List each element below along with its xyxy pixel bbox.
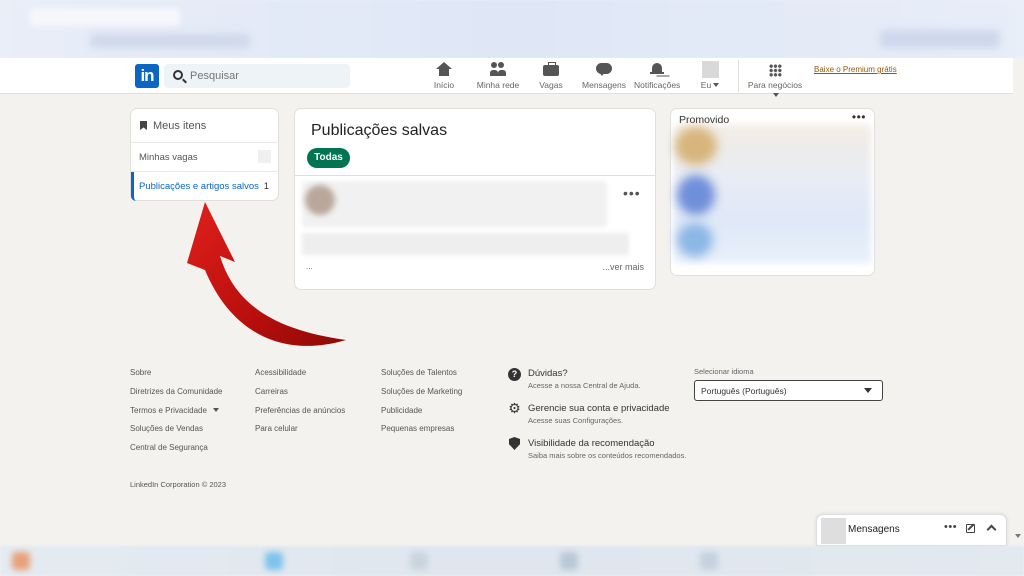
nav-messages[interactable]: Mensagens bbox=[582, 61, 626, 93]
promo-image-blurred bbox=[675, 127, 717, 165]
footer-link-community-guidelines[interactable]: Diretrizes da Comunidade bbox=[130, 387, 223, 396]
annotation-arrow bbox=[187, 202, 346, 346]
help-questions-link[interactable]: Dúvidas? bbox=[528, 368, 568, 379]
footer-link-marketing-solutions[interactable]: Soluções de Marketing bbox=[381, 387, 462, 396]
page-scrollbar[interactable] bbox=[1013, 58, 1024, 546]
footer-link-terms-privacy-label: Termos e Privacidade bbox=[130, 406, 207, 415]
caret-down-icon bbox=[773, 93, 779, 97]
my-items-header: Meus itens bbox=[131, 109, 278, 143]
nav-jobs-label: Vagas bbox=[539, 80, 563, 90]
browser-tab-blurred bbox=[30, 8, 180, 26]
bookmark-icon bbox=[140, 121, 147, 130]
shield-icon bbox=[509, 437, 520, 450]
language-select-value: Português (Português) bbox=[701, 386, 787, 396]
footer-link-small-business[interactable]: Pequenas empresas bbox=[381, 424, 454, 433]
nav-jobs[interactable]: Vagas bbox=[536, 61, 566, 93]
footer-link-terms-privacy[interactable]: Termos e Privacidade bbox=[130, 406, 220, 415]
help-questions-sub: Acesse a nossa Central de Ajuda. bbox=[528, 381, 641, 390]
caret-down-icon bbox=[213, 408, 220, 412]
nav-my-network-label: Minha rede bbox=[476, 80, 520, 90]
top-nav-bar: in Início Minha rede Vagas Mensagens Not… bbox=[0, 58, 1013, 97]
footer-link-talent-solutions[interactable]: Soluções de Talentos bbox=[381, 368, 457, 377]
promo-image-blurred bbox=[677, 175, 715, 215]
address-bar-blurred bbox=[90, 34, 250, 48]
promoted-title: Promovido bbox=[679, 114, 730, 126]
nav-messages-label: Mensagens bbox=[582, 80, 626, 90]
my-items-title: Meus itens bbox=[153, 120, 207, 132]
language-select[interactable]: Português (Português) bbox=[694, 380, 883, 401]
scroll-down-icon[interactable] bbox=[1015, 534, 1021, 538]
compose-icon[interactable] bbox=[966, 524, 975, 533]
nav-for-business[interactable]: Para negócios bbox=[744, 61, 806, 97]
my-items-jobs[interactable]: Minhas vagas bbox=[131, 143, 278, 172]
page-title: Publicações salvas bbox=[311, 122, 448, 139]
arrow-shape bbox=[187, 202, 346, 346]
nav-home[interactable]: Início bbox=[430, 61, 458, 93]
nav-divider bbox=[738, 60, 739, 92]
gear-icon: ⚙ bbox=[508, 400, 521, 416]
avatar bbox=[701, 61, 719, 78]
search-box[interactable] bbox=[164, 64, 350, 88]
taskbar-app-icon bbox=[700, 552, 718, 570]
recommendation-visibility-sub: Saiba mais sobre os conteúdos recomendad… bbox=[528, 451, 687, 460]
more-options-icon[interactable]: ••• bbox=[623, 186, 641, 200]
search-icon bbox=[173, 70, 183, 80]
grid-icon bbox=[768, 64, 782, 77]
taskbar-app-icon bbox=[410, 552, 428, 570]
browser-chrome-blurred bbox=[0, 0, 1024, 58]
my-items-jobs-label: Minhas vagas bbox=[139, 152, 198, 163]
footer-link-careers[interactable]: Carreiras bbox=[255, 387, 288, 396]
my-items-jobs-count bbox=[258, 150, 271, 163]
nav-notifications-label: Notificações bbox=[634, 80, 681, 90]
nav-for-business-label: Para negócios bbox=[747, 80, 803, 90]
caret-down-icon bbox=[713, 83, 720, 87]
chevron-up-icon[interactable] bbox=[986, 524, 997, 535]
promo-more-icon[interactable]: ••• bbox=[852, 110, 866, 124]
footer-link-mobile[interactable]: Para celular bbox=[255, 424, 298, 433]
filter-all-pill[interactable]: Todas bbox=[307, 148, 350, 168]
recommendation-visibility-link[interactable]: Visibilidade da recomendação bbox=[528, 438, 655, 449]
taskbar-app-icon bbox=[560, 552, 578, 570]
linkedin-logo[interactable]: in bbox=[135, 64, 159, 88]
divider bbox=[295, 175, 655, 176]
dropdown-arrow-icon bbox=[864, 388, 872, 393]
promo-image-blurred bbox=[677, 223, 713, 257]
nav-my-network[interactable]: Minha rede bbox=[476, 61, 520, 93]
browser-toolbar-blurred bbox=[880, 30, 1000, 48]
manage-account-link[interactable]: Gerencie sua conta e privacidade bbox=[528, 403, 670, 414]
os-taskbar-blurred bbox=[0, 546, 1024, 576]
footer-link-safety-center[interactable]: Central de Segurança bbox=[130, 443, 208, 452]
premium-link[interactable]: Baixe o Premium grátis bbox=[814, 65, 897, 74]
nav-notifications[interactable]: Notificações bbox=[634, 61, 680, 93]
post-text-blurred bbox=[302, 233, 629, 255]
network-icon bbox=[490, 62, 506, 77]
my-items-card: Meus itens Minhas vagas Publicações e ar… bbox=[130, 108, 279, 201]
bell-icon bbox=[649, 62, 665, 77]
taskbar-app-icon bbox=[12, 552, 30, 570]
footer-link-ad-preferences[interactable]: Preferências de anúncios bbox=[255, 406, 345, 415]
help-icon: ? bbox=[508, 368, 521, 381]
manage-account-sub: Acesse suas Configurações. bbox=[528, 416, 624, 425]
avatar bbox=[821, 518, 846, 544]
promoted-card: Promovido ••• bbox=[670, 108, 875, 276]
copyright: LinkedIn Corporation © 2023 bbox=[130, 480, 227, 489]
nav-home-label: Início bbox=[433, 80, 455, 90]
nav-me[interactable]: Eu bbox=[697, 61, 723, 93]
home-icon bbox=[436, 62, 452, 77]
nav-me-label: Eu bbox=[700, 80, 712, 90]
footer-link-advertising[interactable]: Publicidade bbox=[381, 406, 422, 415]
footer-link-sales-solutions[interactable]: Soluções de Vendas bbox=[130, 424, 203, 433]
taskbar-app-icon bbox=[265, 552, 283, 570]
footer-link-about[interactable]: Sobre bbox=[130, 368, 151, 377]
messages-icon bbox=[596, 62, 612, 77]
messaging-title: Mensagens bbox=[848, 524, 900, 535]
language-label: Selecionar idioma bbox=[694, 367, 754, 376]
messaging-dock[interactable]: Mensagens ••• bbox=[816, 514, 1007, 546]
search-input[interactable] bbox=[190, 67, 340, 85]
jobs-icon bbox=[543, 62, 559, 77]
messaging-more-icon[interactable]: ••• bbox=[944, 521, 957, 533]
see-more-link[interactable]: ...ver mais bbox=[602, 262, 644, 272]
